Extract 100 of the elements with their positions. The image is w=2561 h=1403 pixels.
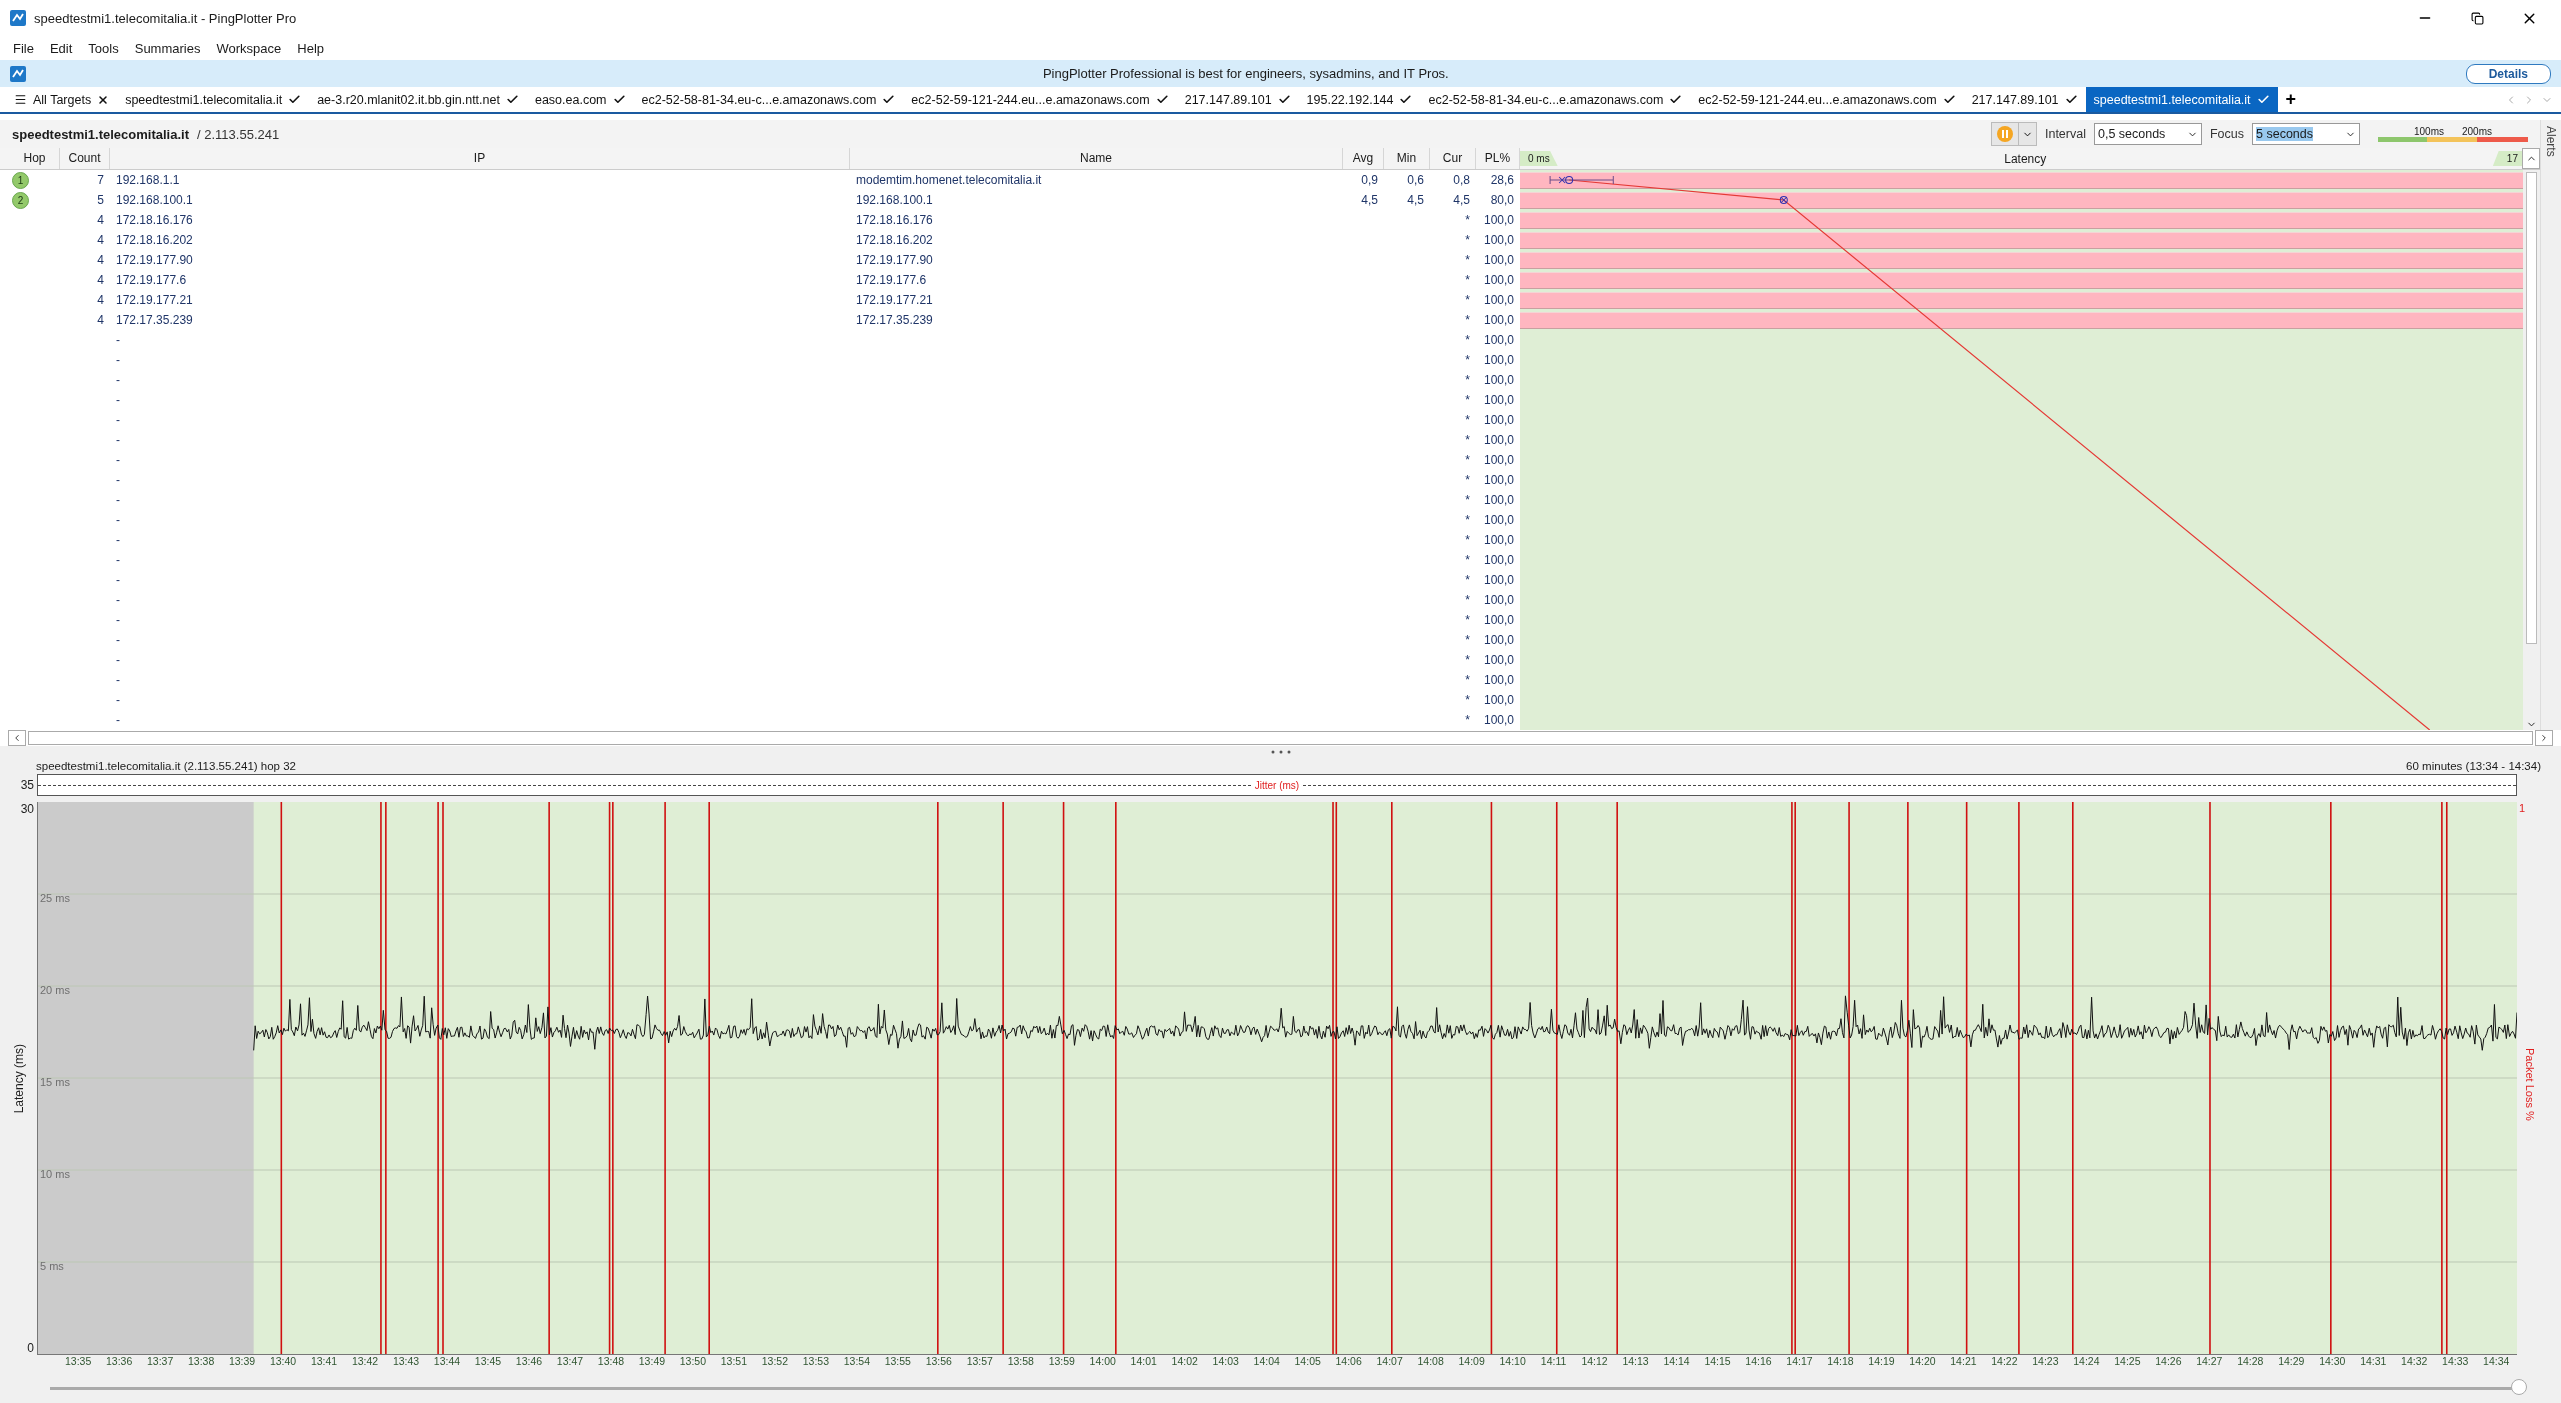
column-header[interactable]: IP (110, 148, 850, 169)
table-cell-text: 28,6 (1489, 173, 1515, 187)
alerts-tab[interactable]: Alerts (2544, 126, 2558, 157)
menu-icon[interactable] (14, 93, 27, 106)
time-range-select[interactable]: 60 minutes (13:34 - 14:34) (2406, 760, 2541, 772)
table-cell-text: * (1464, 633, 1471, 647)
table-cell-text: - (115, 413, 121, 427)
check-icon (1277, 93, 1291, 106)
table-cell-text: - (115, 373, 121, 387)
table-cell-text: * (1464, 373, 1471, 387)
details-button[interactable]: Details (2465, 63, 2551, 84)
check-icon (882, 93, 896, 106)
table-cell-text: 172.19.177.90 (855, 253, 934, 267)
table-cell-text: 172.18.16.202 (855, 233, 934, 247)
time-label: 14:12 (1580, 1355, 1609, 1369)
axis-title: Latency (ms) (11, 1043, 26, 1114)
menu-item[interactable]: Help (290, 38, 331, 58)
time-label: 13:37 (145, 1355, 175, 1369)
chevron-right-icon[interactable] (2539, 733, 2549, 743)
axis-label: 35 (20, 778, 34, 792)
time-label: 14:26 (2154, 1355, 2183, 1369)
time-label: 14:10 (1498, 1355, 1527, 1369)
column-header[interactable]: Hop (10, 148, 60, 169)
scroll-right-button[interactable] (2535, 730, 2553, 746)
add-tab-button[interactable]: + (2277, 87, 2305, 112)
column-header[interactable]: Avg (1343, 148, 1384, 169)
table-cell-text: 172.17.35.239 (855, 313, 934, 327)
chevron-left-icon[interactable] (12, 733, 22, 743)
time-label: 13:43 (391, 1355, 421, 1369)
time-label: 14:22 (1990, 1355, 2019, 1369)
table-cell-text: - (115, 353, 121, 367)
check-icon (1669, 93, 1683, 106)
target-tab[interactable]: speedtestmi1.telecomitalia.it (2085, 87, 2278, 112)
scroll-left-button[interactable] (8, 730, 26, 746)
table-cell-text: * (1464, 233, 1471, 247)
scale-label: 200ms (2462, 126, 2492, 137)
time-label: 14:06 (1334, 1355, 1363, 1369)
table-cell-text: 4 (96, 213, 105, 227)
check-icon (2064, 93, 2078, 106)
table-cell-text: 7 (96, 173, 105, 187)
target-name: speedtestmi1.telecomitalia.it (12, 126, 189, 142)
column-header[interactable]: Name (850, 148, 1343, 169)
time-label: 14:17 (1785, 1355, 1814, 1369)
menu-item[interactable]: File (6, 38, 41, 58)
table-cell-text: 100,0 (1482, 573, 1515, 587)
table-cell-text: * (1464, 253, 1471, 267)
table-cell-text: - (115, 593, 121, 607)
time-label: 14:27 (2195, 1355, 2224, 1369)
time-label: 14:29 (2277, 1355, 2306, 1369)
time-label: 13:45 (473, 1355, 503, 1369)
table-cell-text: * (1464, 213, 1471, 227)
time-label: 14:34 (2482, 1355, 2511, 1369)
column-header[interactable]: Cur (1430, 148, 1476, 169)
table-cell-text: * (1464, 693, 1471, 707)
time-label: 13:55 (883, 1355, 912, 1369)
time-label: 13:41 (309, 1355, 339, 1369)
menu-item[interactable]: Edit (42, 38, 80, 58)
time-label: 14:20 (1908, 1355, 1937, 1369)
table-cell-text: 100,0 (1482, 553, 1515, 567)
time-label: 14:14 (1662, 1355, 1691, 1369)
table-cell-text: 192.168.100.1 (115, 193, 194, 207)
scroll-track[interactable] (28, 731, 2533, 745)
target-address: / 2.113.55.241 (197, 126, 281, 142)
table-cell-text: 100,0 (1482, 453, 1515, 467)
menu-item[interactable]: Workspace (209, 38, 289, 58)
table-cell-text: * (1464, 333, 1471, 347)
grid-label: 10 ms (40, 1168, 70, 1180)
slider-thumb[interactable] (2511, 1378, 2527, 1395)
table-cell-text: - (115, 493, 121, 507)
table-cell-text: 100,0 (1482, 493, 1515, 507)
table-cell-text: 4 (96, 293, 105, 307)
time-label: 14:00 (1088, 1355, 1117, 1369)
time-label: 14:11 (1539, 1355, 1568, 1369)
menu-item[interactable]: Tools (81, 38, 126, 58)
time-label: 13:42 (350, 1355, 380, 1369)
table-cell-text: * (1464, 293, 1471, 307)
table-cell-text: 172.19.177.6 (115, 273, 188, 287)
column-header[interactable]: Min (1384, 148, 1430, 169)
column-header[interactable]: Count (60, 148, 110, 169)
grid-label: 20 ms (40, 984, 70, 996)
table-cell-text: 100,0 (1482, 473, 1515, 487)
close-icon[interactable] (97, 93, 110, 106)
table-cell-text: * (1464, 573, 1471, 587)
table-cell-text: * (1464, 673, 1471, 687)
menu-item[interactable]: Summaries (127, 38, 208, 58)
table-cell-text: 100,0 (1482, 613, 1515, 627)
restore-icon[interactable] (2470, 11, 2484, 25)
table-cell-text: * (1464, 653, 1471, 667)
table-cell-text: * (1464, 513, 1471, 527)
column-header[interactable]: Latency (2004, 151, 2047, 166)
table-cell-text: - (115, 393, 121, 407)
interval-select[interactable]: 0,5 seconds (2093, 123, 2202, 145)
time-label: 14:21 (1949, 1355, 1978, 1369)
focus-select[interactable]: 5 seconds (2252, 123, 2360, 145)
table-cell-text: * (1464, 593, 1471, 607)
check-icon (612, 93, 626, 106)
time-label: 13:44 (432, 1355, 462, 1369)
scroll-thumb[interactable] (2526, 172, 2537, 644)
latency-min-label: 0 ms (1520, 151, 1558, 166)
scroll-up-button[interactable] (2522, 148, 2540, 169)
